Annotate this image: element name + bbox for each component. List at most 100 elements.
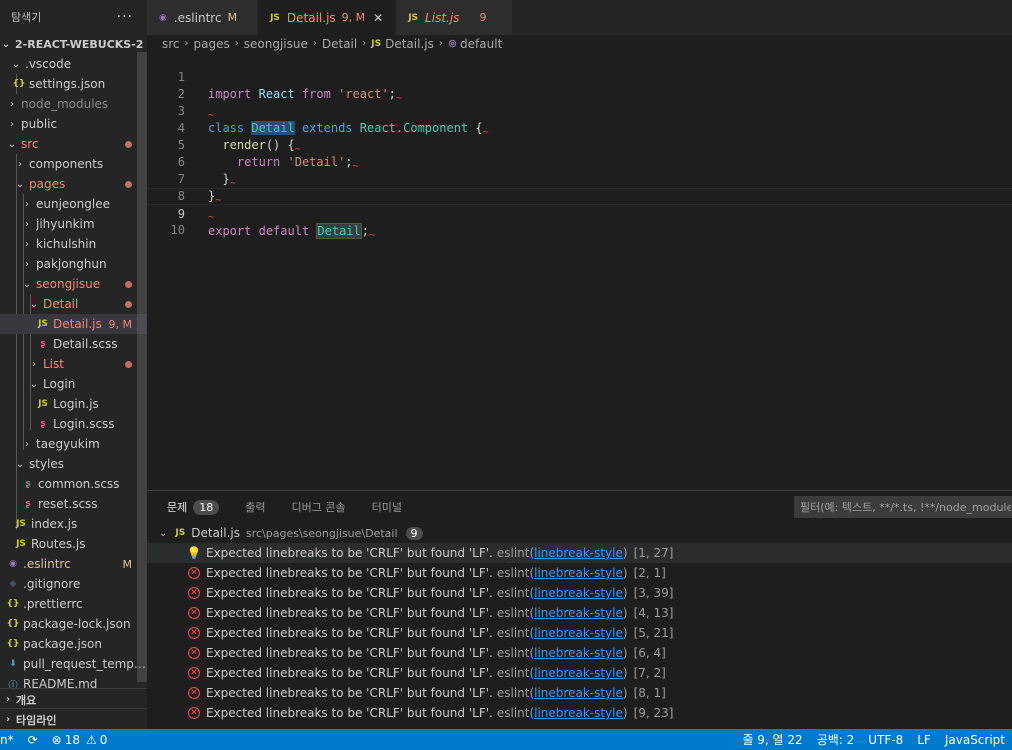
problem-item[interactable]: ✕ Expected linebreaks to be 'CRLF' but f… (147, 583, 1012, 603)
rule-link[interactable]: linebreak-style (534, 686, 623, 700)
tree-item-settings-json[interactable]: {} settings.json (0, 74, 147, 94)
tree-item-styles[interactable]: ⌄ styles (0, 454, 147, 474)
tree-item-gitignore[interactable]: ◆ .gitignore (0, 574, 147, 594)
json-icon: {} (12, 79, 26, 89)
breadcrumb-item[interactable]: src (162, 37, 180, 51)
tree-item-components[interactable]: › components (0, 154, 147, 174)
encoding[interactable]: UTF-8 (861, 733, 910, 747)
problem-group-detail-js[interactable]: ⌄ JS Detail.js src\pages\seongjisue\Deta… (147, 523, 1012, 543)
tree-item-routes-js[interactable]: JS Routes.js (0, 534, 147, 554)
tree-item-package-lock-json[interactable]: {} package-lock.json (0, 614, 147, 634)
rule-link[interactable]: linebreak-style (534, 546, 623, 560)
tree-item-index-js[interactable]: JS index.js (0, 514, 147, 534)
tree-item-detail-js[interactable]: JS Detail.js 9, M (0, 314, 147, 334)
workspace-root[interactable]: ⌄ 2-REACT-WEBUCKS-2 (0, 34, 147, 54)
problem-item[interactable]: ✕ Expected linebreaks to be 'CRLF' but f… (147, 623, 1012, 643)
remote-indicator[interactable]: n* (0, 733, 21, 747)
language-mode[interactable]: JavaScript (938, 733, 1012, 747)
problem-item[interactable]: ✕ Expected linebreaks to be 'CRLF' but f… (147, 663, 1012, 683)
tree-item-detail-scss[interactable]: ʂ Detail.scss (0, 334, 147, 354)
tree-item-pakjonghun[interactable]: › pakjonghun (0, 254, 147, 274)
indentation[interactable]: 공백: 2 (810, 731, 862, 748)
breadcrumb: src › pages › seongjisue › Detail › JS D… (147, 35, 1012, 52)
rule-link[interactable]: linebreak-style (534, 626, 623, 640)
tree-item-src[interactable]: ⌄ src (0, 134, 147, 154)
tree-item-detail-folder[interactable]: ⌄ Detail (0, 294, 147, 314)
problem-item[interactable]: ✕ Expected linebreaks to be 'CRLF' but f… (147, 563, 1012, 583)
rule-link[interactable]: linebreak-style (534, 706, 623, 720)
breadcrumb-item[interactable]: Detail (322, 37, 357, 51)
modified-dot (125, 360, 132, 368)
eslint-icon: ◉ (159, 12, 167, 23)
problems-status[interactable]: ⊗ 18 ⚠ 0 (45, 733, 115, 747)
tree-item-prettierrc[interactable]: {} .prettierrc (0, 594, 147, 614)
tree-item-pull-request-template[interactable]: ⬇ pull_request_templete.md (0, 654, 147, 674)
problem-item[interactable]: ✕ Expected linebreaks to be 'CRLF' but f… (147, 683, 1012, 703)
tree-item-login-folder[interactable]: ⌄ Login (0, 374, 147, 394)
error-icon: ✕ (187, 626, 201, 640)
code-editor[interactable]: 1 import React from 'react';~ 2 ~ 3 clas… (147, 52, 1012, 490)
tree-item-pages[interactable]: ⌄ pages (0, 174, 147, 194)
chevron-right-icon: › (438, 38, 443, 49)
rule-link[interactable]: linebreak-style (534, 586, 623, 600)
error-icon: ✕ (187, 606, 201, 620)
modified-dot (125, 140, 132, 148)
cursor-position[interactable]: 줄 9, 열 22 (735, 731, 809, 748)
problem-item[interactable]: ✕ Expected linebreaks to be 'CRLF' but f… (147, 603, 1012, 623)
tree-item-node-modules[interactable]: › node_modules (0, 94, 147, 114)
error-icon: ✕ (187, 586, 201, 600)
chevron-right-icon: › (10, 98, 14, 110)
explorer-header: 탐색기 ··· (0, 0, 147, 34)
tree-item-list-folder[interactable]: › List (0, 354, 147, 374)
tree-item-eslintrc[interactable]: ◉ .eslintrc M (0, 554, 147, 574)
end-of-line[interactable]: LF (910, 733, 938, 747)
problems-filter-input[interactable]: 필터(예: 텍스트, **/*.ts, !**/node_modules/**) (794, 496, 1012, 518)
tree-item-jihyunkim[interactable]: › jihyunkim (0, 214, 147, 234)
rule-link[interactable]: linebreak-style (534, 666, 623, 680)
sync-icon[interactable]: ⟳ (21, 733, 45, 747)
tree-item-login-scss[interactable]: ʂ Login.scss (0, 414, 147, 434)
scss-icon: ʂ (40, 339, 46, 349)
code-line: 7 }~ (147, 154, 1012, 206)
tab-eslintrc[interactable]: ◉ .eslintrc M (147, 0, 259, 35)
close-icon[interactable]: ✕ (373, 11, 383, 25)
problem-item[interactable]: 💡 Expected linebreaks to be 'CRLF' but f… (147, 543, 1012, 563)
tree-item-seongjisue[interactable]: ⌄ seongjisue (0, 274, 147, 294)
tab-output[interactable]: 출력 (245, 491, 265, 523)
problem-item[interactable]: ✕ Expected linebreaks to be 'CRLF' but f… (147, 703, 1012, 723)
tab-debug-console[interactable]: 디버그 콘솔 (292, 491, 346, 523)
editor-tabs: ◉ .eslintrc M JS Detail.js 9, M ✕ JS Lis… (147, 0, 1012, 35)
tree-item-vscode[interactable]: ⌄ .vscode (0, 54, 147, 74)
tree-item-public[interactable]: › public (0, 114, 147, 134)
js-icon: JS (371, 38, 382, 49)
chevron-right-icon: › (25, 218, 29, 230)
tree-item-kichulshin[interactable]: › kichulshin (0, 234, 147, 254)
sidebar-scrollbar[interactable] (137, 52, 147, 682)
scss-icon: ʂ (25, 479, 31, 489)
outline-section[interactable]: › 개요 (0, 688, 147, 710)
breadcrumb-item[interactable]: Detail.js (385, 37, 434, 51)
tab-list-js[interactable]: JS List.js 9 (396, 0, 514, 35)
explorer-sidebar: 탐색기 ··· ⌄ 2-REACT-WEBUCKS-2 ⌄ .vscode {}… (0, 0, 147, 729)
tree-item-package-json[interactable]: {} package.json (0, 634, 147, 654)
breadcrumb-item[interactable]: default (460, 37, 502, 51)
tree-item-taegyukim[interactable]: › taegyukim (0, 434, 147, 454)
rule-link[interactable]: linebreak-style (534, 646, 623, 660)
tree-item-login-js[interactable]: JS Login.js (0, 394, 147, 414)
tab-terminal[interactable]: 터미널 (372, 491, 402, 523)
breadcrumb-item[interactable]: seongjisue (244, 37, 308, 51)
more-actions-icon[interactable]: ··· (117, 9, 133, 25)
tree-item-common-scss[interactable]: ʂ common.scss (0, 474, 147, 494)
rule-link[interactable]: linebreak-style (534, 566, 623, 580)
tab-detail-js[interactable]: JS Detail.js 9, M ✕ (258, 0, 397, 35)
tab-problems[interactable]: 문제 18 (167, 491, 220, 523)
rule-link[interactable]: linebreak-style (534, 606, 623, 620)
tree-item-reset-scss[interactable]: ʂ reset.scss (0, 494, 147, 514)
problem-item[interactable]: ✕ Expected linebreaks to be 'CRLF' but f… (147, 643, 1012, 663)
tree-item-eunjeonglee[interactable]: › eunjeonglee (0, 194, 147, 214)
download-arrow-icon: ⬇ (9, 659, 17, 669)
eslint-icon: ◉ (9, 559, 17, 569)
breadcrumb-item[interactable]: pages (194, 37, 230, 51)
lightbulb-icon[interactable]: 💡 (187, 546, 202, 560)
timeline-section[interactable]: › 타임라인 (0, 708, 147, 729)
